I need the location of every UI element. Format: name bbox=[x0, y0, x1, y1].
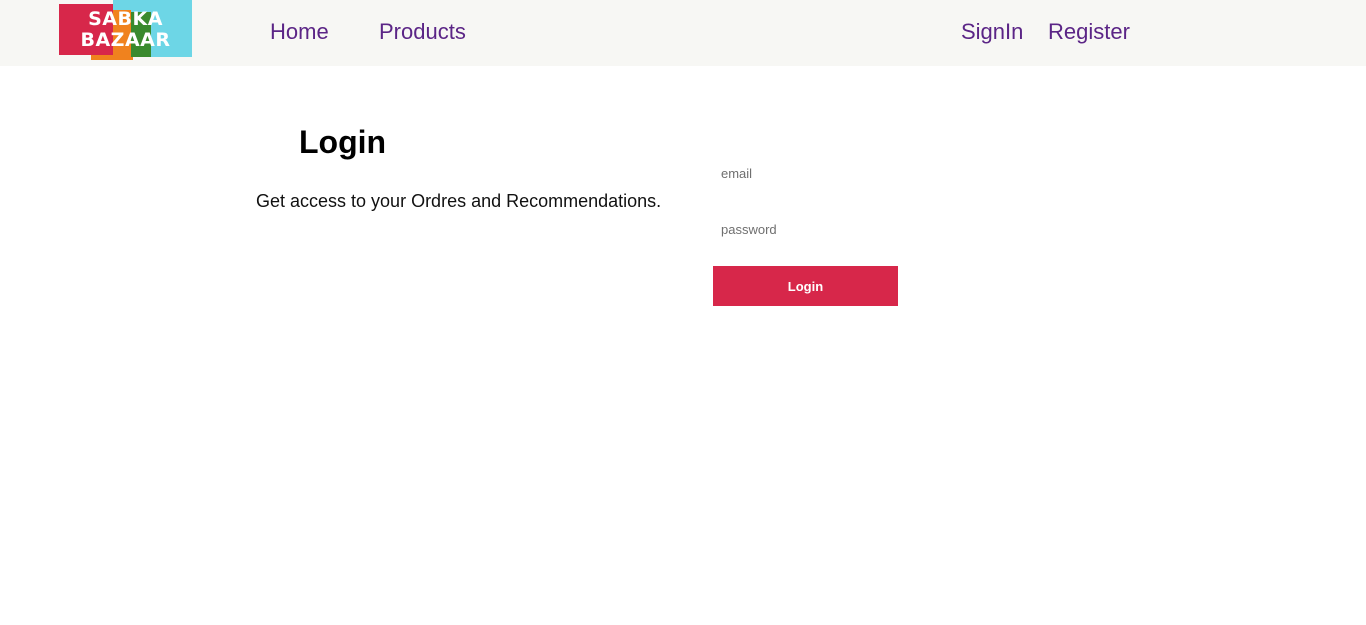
password-input[interactable] bbox=[713, 216, 898, 244]
nav-products-link[interactable]: Products bbox=[379, 19, 466, 45]
sabka-bazaar-logo[interactable]: SABKA BAZAAR bbox=[59, 0, 192, 60]
login-subtitle: Get access to your Ordres and Recommenda… bbox=[256, 191, 662, 211]
page-title: Login bbox=[299, 124, 387, 160]
logo-text-line1: SABKA bbox=[88, 8, 163, 30]
nav-signin-link[interactable]: SignIn bbox=[961, 19, 1023, 45]
nav-home-link[interactable]: Home bbox=[270, 19, 329, 45]
login-button[interactable]: Login bbox=[713, 266, 898, 306]
navbar: SABKA BAZAAR Home Products SignIn Regist… bbox=[0, 0, 1366, 66]
nav-register-link[interactable]: Register bbox=[1048, 19, 1130, 45]
logo-text-line2: BAZAAR bbox=[80, 29, 171, 51]
email-input[interactable] bbox=[713, 160, 898, 188]
